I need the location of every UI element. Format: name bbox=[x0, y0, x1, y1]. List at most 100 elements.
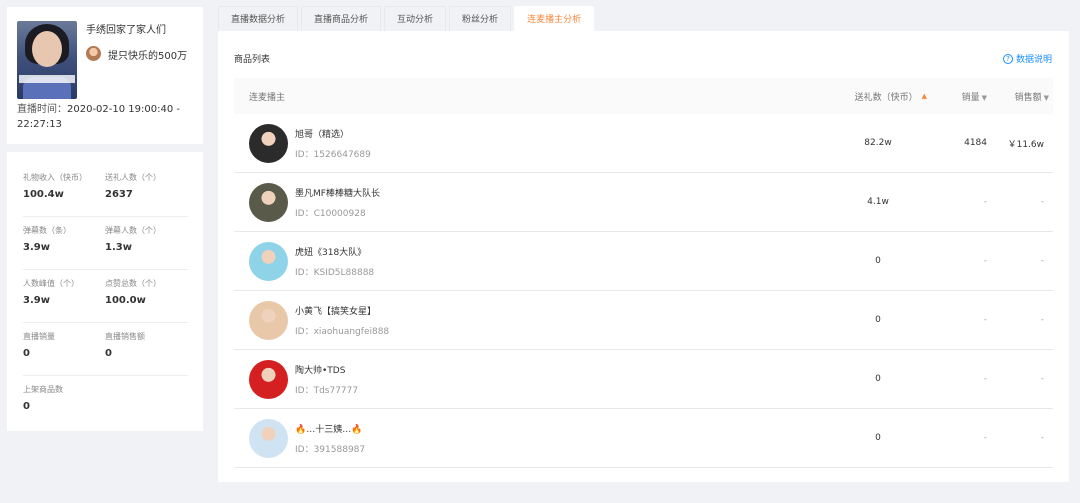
th-gift-sortable[interactable]: 送礼数（快币） ▲ bbox=[834, 90, 927, 103]
host-name[interactable]: 陶大帅•TDS bbox=[295, 363, 358, 376]
live-time-label: 直播时间： bbox=[17, 104, 67, 115]
live-time: 直播时间：2020-02-10 19:00:40 - 22:27:13 bbox=[17, 102, 187, 132]
table-row[interactable]: 小黄飞【搞笑女星】 ID：xiaohuangfei888 0 - - bbox=[234, 291, 1053, 350]
cell-amount: - bbox=[1040, 315, 1044, 325]
cell-gift: 4.1w bbox=[834, 197, 927, 207]
cell-host: 小黄飞【搞笑女星】 ID：xiaohuangfei888 bbox=[234, 300, 834, 340]
stat-row: 人数峰值（个） 3.9w 点赞总数（个） 100.0w bbox=[23, 270, 188, 323]
cell-gift: 82.2w bbox=[834, 138, 927, 148]
tab-interaction[interactable]: 互动分析 bbox=[384, 6, 447, 32]
th-host: 连麦播主 bbox=[249, 92, 286, 103]
stat-row: 直播销量 0 直播销售额 0 bbox=[23, 323, 188, 376]
host-info: 墨凡MF棒棒糖大队长 ID：C10000928 bbox=[295, 186, 380, 219]
stat-danmaku-count: 弹幕数（条） 3.9w bbox=[23, 226, 71, 253]
stat-danmaku-users: 弹幕人数（个） 1.3w bbox=[105, 226, 161, 253]
gift-value: 0 bbox=[875, 374, 881, 384]
cell-host: 旭哥（精选） ID：1526647689 bbox=[234, 123, 834, 163]
stat-row: 弹幕数（条） 3.9w 弹幕人数（个） 1.3w bbox=[23, 217, 188, 270]
cell-sales: - bbox=[983, 256, 987, 266]
cell-sales: - bbox=[983, 433, 987, 443]
host-info: 陶大帅•TDS ID：Tds77777 bbox=[295, 363, 358, 396]
host-info: 小黄飞【搞笑女星】 ID：xiaohuangfei888 bbox=[295, 304, 389, 337]
table-header: 连麦播主 送礼数（快币） ▲ 销量 ▼ 销售额 ▼ bbox=[234, 78, 1053, 114]
host-info: 虎妞《318大队》 ID：KSID5L88888 bbox=[295, 245, 374, 278]
cell-amount: - bbox=[1040, 197, 1044, 207]
tab-live-data[interactable]: 直播数据分析 bbox=[218, 6, 299, 32]
host-id: ID：1526647689 bbox=[295, 149, 371, 160]
host-id: ID：391588987 bbox=[295, 444, 366, 455]
cell-sales: - bbox=[983, 374, 987, 384]
cell-amount: - bbox=[1040, 374, 1044, 384]
host-id: ID：xiaohuangfei888 bbox=[295, 326, 390, 337]
question-circle-icon: ? bbox=[1002, 53, 1013, 64]
cell-host: 陶大帅•TDS ID：Tds77777 bbox=[234, 359, 834, 399]
table-row[interactable]: 旭哥（精选） ID：1526647689 82.2w 4184 ￥11.6w bbox=[234, 114, 1053, 173]
cell-gift: 0 bbox=[834, 256, 927, 266]
main-panel: 商品列表 ? 数据说明 连麦播主 送礼数（快币） ▲ 销量 ▼ 销售额 ▼ 旭哥（精… bbox=[218, 31, 1069, 482]
cell-gift: 0 bbox=[834, 315, 927, 325]
analysis-tabs: 直播数据分析 直播商品分析 互动分析 粉丝分析 连麦播主分析 bbox=[218, 6, 597, 32]
stat-gift-income: 礼物收入（快币） 100.4w bbox=[23, 173, 87, 200]
cell-gift: 0 bbox=[834, 374, 927, 384]
th-sales-sortable[interactable]: 销量 ▼ bbox=[927, 90, 987, 103]
stat-listed-products: 上架商品数 0 bbox=[23, 385, 63, 412]
host-avatar[interactable] bbox=[249, 300, 288, 340]
host-avatar[interactable] bbox=[249, 418, 288, 458]
stat-live-sales: 直播销量 0 bbox=[23, 332, 55, 359]
th-gift-label: 送礼数（快币） bbox=[854, 92, 918, 103]
host-name[interactable]: 墨凡MF棒棒糖大队长 bbox=[295, 186, 380, 199]
cell-host: 虎妞《318大队》 ID：KSID5L88888 bbox=[234, 241, 834, 281]
th-amount-sortable[interactable]: 销售额 ▼ bbox=[987, 90, 1053, 103]
table-row[interactable]: 🔥…十三姨…🔥 ID：391588987 0 - - bbox=[234, 409, 1053, 468]
stat-row: 上架商品数 0 bbox=[23, 376, 188, 429]
stat-row: 礼物收入（快币） 100.4w 送礼人数（个） 2637 bbox=[23, 164, 188, 217]
host-info: 旭哥（精选） ID：1526647689 bbox=[295, 127, 371, 160]
left-panel: 手绣回家了家人们 提只快乐的500万 直播时间：2020-02-10 19:00… bbox=[7, 7, 203, 431]
gift-value: 0 bbox=[875, 433, 881, 443]
cell-sales: - bbox=[983, 315, 987, 325]
table-row[interactable]: 墨凡MF棒棒糖大队长 ID：C10000928 4.1w - - bbox=[234, 173, 1053, 232]
host-name[interactable]: 旭哥（精选） bbox=[295, 127, 371, 140]
gift-value: 4.1w bbox=[867, 197, 889, 207]
stat-live-revenue: 直播销售额 0 bbox=[105, 332, 145, 359]
host-id: ID：Tds77777 bbox=[295, 385, 359, 396]
tab-co-host[interactable]: 连麦播主分析 bbox=[514, 6, 595, 32]
host-info: 🔥…十三姨…🔥 ID：391588987 bbox=[295, 422, 365, 455]
th-amount-label: 销售额 bbox=[1014, 92, 1042, 103]
anchor-avatar bbox=[86, 46, 101, 61]
stat-gift-senders: 送礼人数（个） 2637 bbox=[105, 173, 161, 200]
anchor-name: 手绣回家了家人们 bbox=[86, 25, 166, 36]
host-name[interactable]: 🔥…十三姨…🔥 bbox=[295, 422, 365, 435]
cell-gift: 0 bbox=[834, 433, 927, 443]
cell-host: 墨凡MF棒棒糖大队长 ID：C10000928 bbox=[234, 182, 834, 222]
tab-fans[interactable]: 粉丝分析 bbox=[449, 6, 512, 32]
data-help-label: 数据说明 bbox=[1015, 55, 1052, 65]
tab-live-products[interactable]: 直播商品分析 bbox=[301, 6, 382, 32]
data-help-link[interactable]: ? 数据说明 bbox=[1002, 52, 1052, 65]
stat-likes-total: 点赞总数（个） 100.0w bbox=[105, 279, 161, 306]
host-id: ID：KSID5L88888 bbox=[295, 267, 375, 278]
gift-value: 0 bbox=[875, 256, 881, 266]
th-sales-label: 销量 bbox=[961, 92, 980, 103]
host-id: ID：C10000928 bbox=[295, 208, 366, 219]
host-avatar[interactable] bbox=[249, 359, 288, 399]
cell-amount: - bbox=[1040, 256, 1044, 266]
co-host-table: 连麦播主 送礼数（快币） ▲ 销量 ▼ 销售额 ▼ 旭哥（精选） ID：152664… bbox=[234, 78, 1053, 468]
cell-sales: 4184 bbox=[964, 138, 987, 148]
table-row[interactable]: 陶大帅•TDS ID：Tds77777 0 - - bbox=[234, 350, 1053, 409]
cell-amount: - bbox=[1040, 433, 1044, 443]
list-title: 商品列表 bbox=[234, 55, 271, 65]
host-name[interactable]: 小黄飞【搞笑女星】 bbox=[295, 304, 389, 317]
host-avatar[interactable] bbox=[249, 182, 288, 222]
live-topic: 提只快乐的500万 bbox=[108, 51, 188, 62]
stat-peak-viewers: 人数峰值（个） 3.9w bbox=[23, 279, 79, 306]
host-name[interactable]: 虎妞《318大队》 bbox=[295, 245, 374, 258]
cell-amount: ￥11.6w bbox=[1007, 139, 1044, 150]
gift-value: 82.2w bbox=[864, 138, 892, 148]
host-avatar[interactable] bbox=[249, 123, 288, 163]
profile-card: 手绣回家了家人们 提只快乐的500万 直播时间：2020-02-10 19:00… bbox=[7, 7, 203, 144]
table-row[interactable]: 虎妞《318大队》 ID：KSID5L88888 0 - - bbox=[234, 232, 1053, 291]
host-avatar[interactable] bbox=[249, 241, 288, 281]
gift-value: 0 bbox=[875, 315, 881, 325]
live-cover-image bbox=[17, 21, 77, 99]
